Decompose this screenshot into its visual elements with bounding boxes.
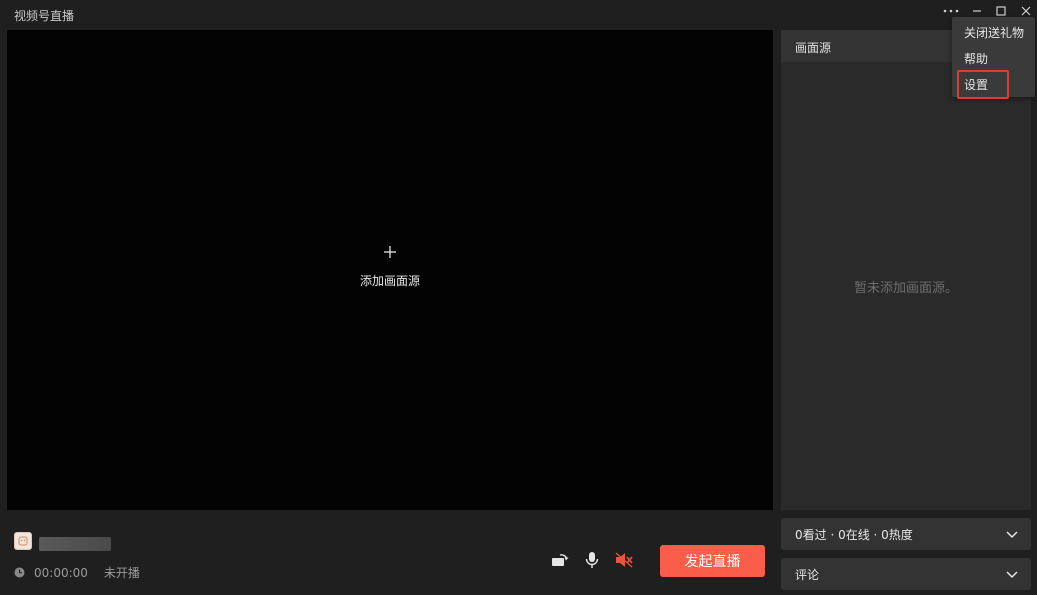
sources-panel: 画面源 暂未添加画面源。 [781,30,1031,510]
menu-item-close-gifts[interactable]: 关闭送礼物 [964,24,1024,41]
app-title: 视频号直播 [14,9,75,23]
add-source-label: 添加画面源 [359,274,420,288]
comments-label: 评论 [795,567,820,582]
live-timer: 00:00:00 [34,565,88,580]
microphone-icon[interactable] [582,550,602,570]
chevron-down-icon [1006,531,1018,539]
live-status: 未开播 [103,566,140,580]
menu-item-help[interactable]: 帮助 [964,50,988,67]
stats-label: 0看过 · 0在线 · 0热度 [795,527,913,542]
comments-panel[interactable]: 评论 [781,558,1031,590]
camera-rotate-icon[interactable] [550,550,570,570]
live-timer-row: 00:00:00 未开播 [14,564,140,581]
host-name-redacted [39,537,111,551]
clock-icon [14,567,25,578]
speaker-muted-icon[interactable] [614,550,634,570]
title-bar: 视频号直播 [0,0,1037,30]
plus-icon [384,246,396,258]
avatar[interactable] [14,532,32,550]
stats-panel[interactable]: 0看过 · 0在线 · 0热度 [781,518,1031,550]
settings-highlight-box [957,70,1009,99]
add-source-button[interactable]: 添加画面源 [347,246,433,289]
sources-empty-hint: 暂未添加画面源。 [853,281,958,296]
start-live-button[interactable]: 发起直播 [660,545,765,577]
chevron-down-icon [1006,571,1018,579]
preview-canvas: 添加画面源 [7,30,773,510]
